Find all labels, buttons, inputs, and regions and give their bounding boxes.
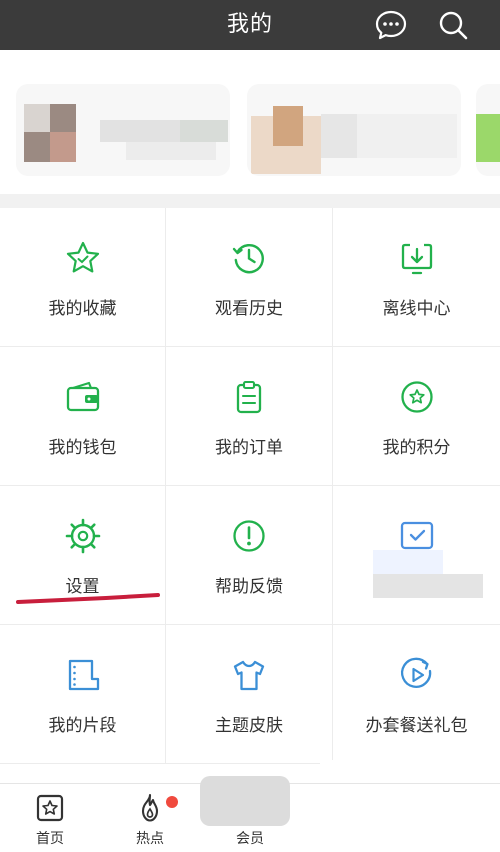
thumbnail-blur bbox=[273, 106, 303, 146]
page-title: 我的 bbox=[226, 12, 273, 37]
grid-item-themes[interactable]: 主题皮肤 bbox=[166, 625, 333, 764]
grid-item-label: 我的钱包 bbox=[48, 438, 117, 458]
search-icon[interactable] bbox=[436, 8, 470, 42]
gear-icon bbox=[65, 518, 100, 554]
grid-item-help[interactable]: 帮助反馈 bbox=[166, 486, 333, 625]
thumbnail-blur bbox=[50, 132, 76, 162]
history-icon bbox=[232, 244, 264, 274]
grid-item-label: 办套餐送礼包 bbox=[365, 716, 468, 736]
thumbnail-blur bbox=[476, 114, 500, 162]
grid-item-blurred[interactable] bbox=[333, 486, 500, 625]
blurred-area bbox=[373, 574, 483, 598]
grid-item-label: 我的收藏 bbox=[48, 299, 117, 319]
blurred-icon bbox=[400, 521, 433, 550]
message-icon[interactable] bbox=[374, 8, 408, 42]
grid-item-offline[interactable]: 离线中心 bbox=[333, 208, 500, 347]
grid-item-favorites[interactable]: 我的收藏 bbox=[0, 208, 166, 347]
tab-label: 热点 bbox=[136, 831, 164, 847]
grid-item-clips[interactable]: 我的片段 bbox=[0, 625, 166, 764]
recent-content-cards bbox=[0, 66, 500, 194]
clip-icon bbox=[68, 659, 99, 691]
help-icon bbox=[233, 520, 265, 552]
download-icon bbox=[401, 243, 432, 275]
tab-hot[interactable]: 热点 bbox=[110, 784, 190, 852]
grid-item-label: 我的订单 bbox=[215, 438, 283, 458]
wallet-icon bbox=[66, 381, 99, 412]
vip-icon bbox=[200, 776, 290, 826]
top-bar: 我的 bbox=[0, 0, 500, 50]
text-blur bbox=[100, 120, 180, 142]
grid-item-label: 主题皮肤 bbox=[215, 716, 283, 736]
text-blur bbox=[357, 114, 457, 158]
text-blur bbox=[321, 114, 357, 158]
function-grid: 我的收藏 观看历史 离线中心 我的钱包 我的订单 我的积分 设置 帮助反馈 我的… bbox=[0, 208, 500, 764]
grid-item-wallet[interactable]: 我的钱包 bbox=[0, 347, 166, 486]
grid-item-orders[interactable]: 我的订单 bbox=[166, 347, 333, 486]
fire-icon bbox=[141, 793, 159, 822]
tshirt-icon bbox=[233, 660, 265, 691]
grid-item-label: 帮助反馈 bbox=[215, 577, 283, 597]
content-card[interactable] bbox=[247, 84, 461, 176]
bottom-tab-bar: 首页 热点 会员 bbox=[0, 776, 500, 852]
grid-item-points[interactable]: 我的积分 bbox=[333, 347, 500, 486]
grid-item-label: 我的片段 bbox=[48, 716, 117, 736]
grid-item-label: 我的积分 bbox=[382, 438, 451, 458]
tab-label: 首页 bbox=[36, 831, 64, 847]
thumbnail-blur bbox=[24, 104, 50, 132]
text-blur bbox=[126, 142, 216, 160]
annotation-underline bbox=[16, 593, 160, 604]
section-divider bbox=[0, 194, 500, 208]
grid-item-history[interactable]: 观看历史 bbox=[166, 208, 333, 347]
content-card[interactable] bbox=[16, 84, 230, 176]
tab-vip[interactable]: 会员 bbox=[200, 776, 290, 852]
text-blur bbox=[180, 120, 228, 142]
home-icon bbox=[36, 794, 64, 822]
grid-item-package[interactable]: 办套餐送礼包 bbox=[333, 625, 500, 764]
order-icon bbox=[236, 380, 262, 414]
content-card[interactable] bbox=[476, 84, 500, 176]
grid-item-label: 观看历史 bbox=[215, 299, 283, 319]
grid-item-label: 离线中心 bbox=[382, 299, 451, 319]
star-icon bbox=[66, 241, 99, 273]
notification-badge bbox=[166, 796, 178, 808]
play-icon bbox=[400, 657, 431, 688]
tab-home[interactable]: 首页 bbox=[10, 784, 90, 852]
points-icon bbox=[400, 381, 433, 413]
tab-label: 会员 bbox=[236, 831, 264, 847]
